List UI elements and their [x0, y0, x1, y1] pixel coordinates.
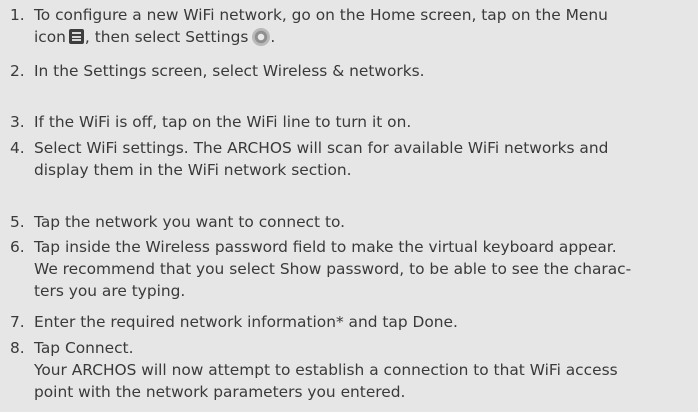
- step-text: Tap the network you want to connect to.: [34, 211, 694, 233]
- step-text-part: , then select Settings: [84, 28, 249, 46]
- step-number: 8.: [10, 339, 25, 357]
- step-text-part: .: [270, 28, 276, 46]
- step-text: Tap Connect. Your ARCHOS will now attemp…: [34, 337, 694, 403]
- menu-icon: [68, 29, 84, 44]
- step-line: If the WiFi is off, tap on the WiFi line…: [34, 113, 412, 131]
- step-text: If the WiFi is off, tap on the WiFi line…: [34, 111, 694, 133]
- step-number: 2.: [10, 62, 25, 80]
- step-text: In the Settings screen, select Wireless …: [34, 60, 694, 82]
- step-line: icon , then select Settings.: [34, 26, 694, 48]
- step-number: 3.: [10, 113, 25, 131]
- step-line: In the Settings screen, select Wireless …: [34, 62, 425, 80]
- step-number: 5.: [10, 213, 25, 231]
- step-line: display them in the WiFi network section…: [34, 161, 352, 179]
- step-text: Tap inside the Wireless password field t…: [34, 236, 694, 302]
- step-text: To configure a new WiFi network, go on t…: [34, 4, 694, 48]
- step-line: point with the network parameters you en…: [34, 383, 406, 401]
- instruction-page: 1. To configure a new WiFi network, go o…: [0, 0, 698, 412]
- step-text: Enter the required network information* …: [34, 311, 694, 333]
- step-number: 4.: [10, 139, 25, 157]
- step-line: Select WiFi settings. The ARCHOS will sc…: [34, 139, 609, 157]
- step-line: Your ARCHOS will now attempt to establis…: [34, 361, 618, 379]
- step-number: 7.: [10, 313, 25, 331]
- step-line: Enter the required network information* …: [34, 313, 458, 331]
- step-number: 6.: [10, 238, 25, 256]
- step-line: Tap inside the Wireless password field t…: [34, 238, 617, 256]
- step-line: We recommend that you select Show passwo…: [34, 260, 632, 278]
- gear-icon: [252, 28, 271, 46]
- step-line: ters you are typing.: [34, 282, 186, 300]
- step-text: Select WiFi settings. The ARCHOS will sc…: [34, 137, 694, 181]
- step-line: Tap Connect.: [34, 339, 134, 357]
- step-number: 1.: [10, 6, 25, 24]
- step-text-part: icon: [34, 28, 66, 46]
- step-line: To configure a new WiFi network, go on t…: [34, 6, 608, 24]
- step-line: Tap the network you want to connect to.: [34, 213, 346, 231]
